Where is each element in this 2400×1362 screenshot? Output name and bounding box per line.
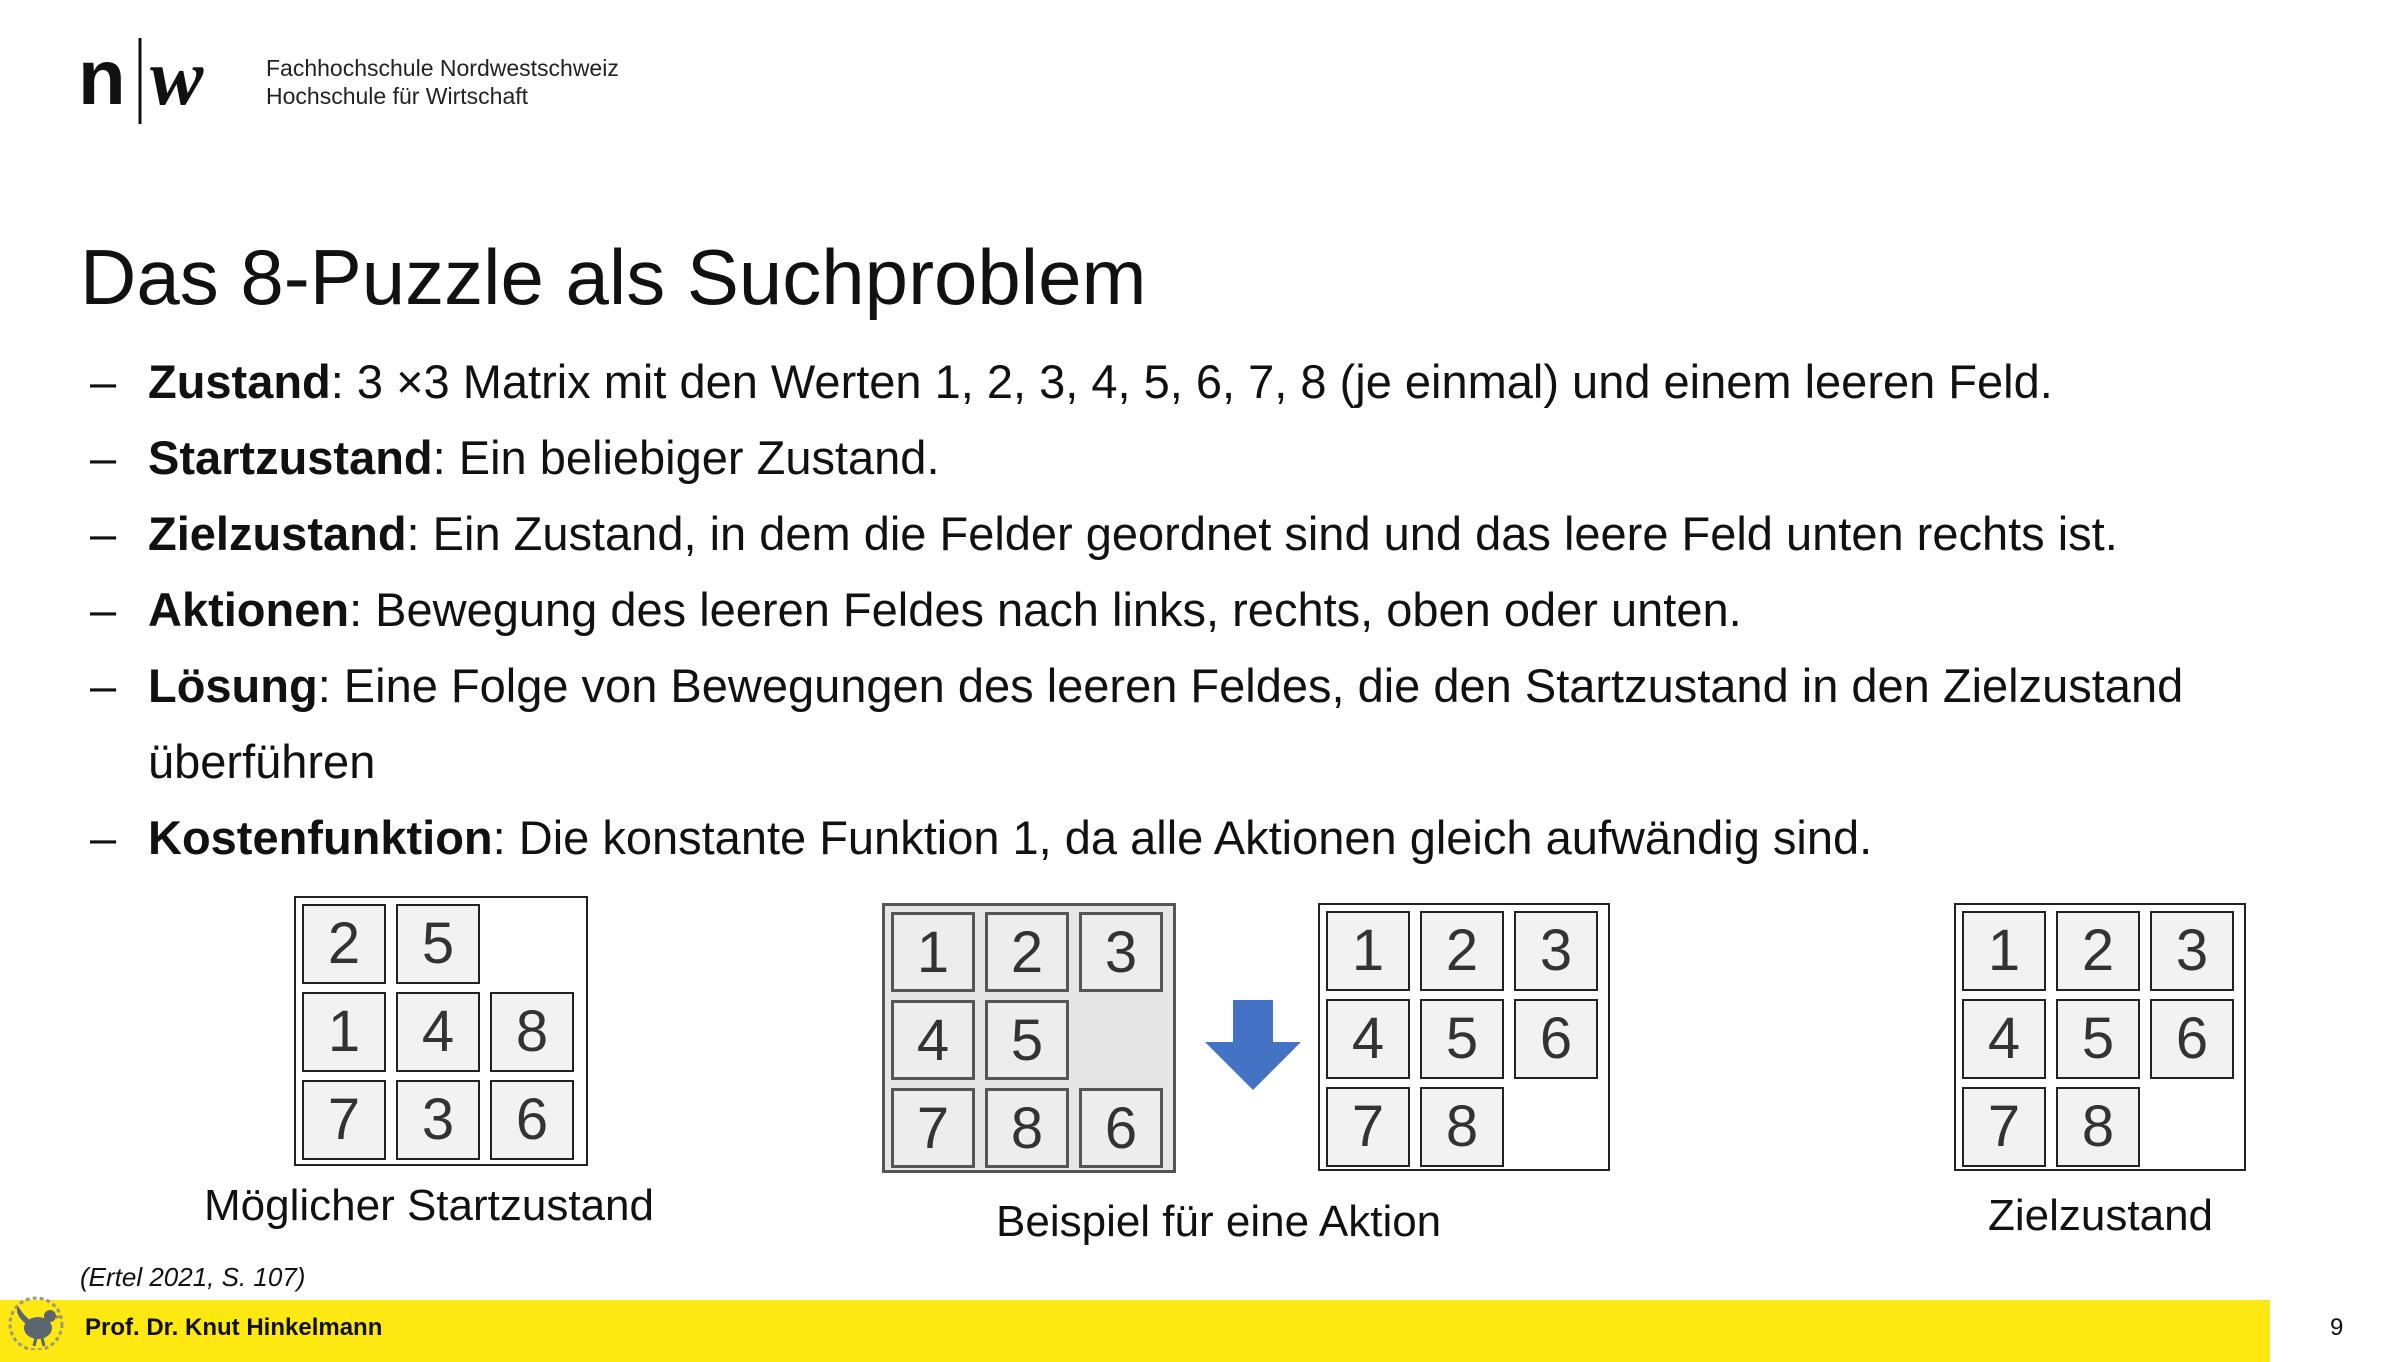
puzzle-tile: 2 xyxy=(302,904,386,984)
puzzle-tile: 5 xyxy=(1420,999,1504,1079)
bullet-term: Aktionen xyxy=(148,583,350,636)
puzzle-tile: 6 xyxy=(2150,999,2234,1079)
org-line-2: Hochschule für Wirtschaft xyxy=(266,83,529,109)
puzzle-tile: 8 xyxy=(490,992,574,1072)
bullet-item: – Startzustand: Ein beliebiger Zustand. xyxy=(90,420,2330,496)
logo-n: n xyxy=(78,33,126,121)
puzzle-tile: 3 xyxy=(1079,912,1163,992)
citation: (Ertel 2021, S. 107) xyxy=(80,1262,306,1292)
puzzle-action-after: 123 456 78 xyxy=(1318,903,1610,1171)
bullet-dash: – xyxy=(90,811,117,864)
presenter-name: Prof. Dr. Knut Hinkelmann xyxy=(85,1314,383,1341)
puzzle-tile: 4 xyxy=(891,1000,975,1080)
puzzle-tile: 3 xyxy=(1514,911,1598,991)
org-line-1: Fachhochschule Nordwestschweiz xyxy=(266,55,619,81)
bullet-list: – Zustand: 3 ×3 Matrix mit den Werten 1, … xyxy=(90,344,2330,876)
puzzle-tile: 7 xyxy=(1326,1087,1410,1167)
rooster-icon xyxy=(8,1296,64,1350)
puzzle-tile: 7 xyxy=(302,1080,386,1160)
bullet-item: – Zustand: 3 ×3 Matrix mit den Werten 1, … xyxy=(90,344,2330,420)
bullet-text: : Bewegung des leeren Feldes nach links,… xyxy=(349,583,1742,636)
puzzle-tile: 2 xyxy=(1420,911,1504,991)
bullet-text: : Eine Folge von Bewegungen des leeren F… xyxy=(148,659,2184,788)
puzzle-tile: 3 xyxy=(2150,911,2234,991)
bullet-term: Kostenfunktion xyxy=(148,811,493,864)
puzzle-tile: 1 xyxy=(891,912,975,992)
puzzle-tile: 3 xyxy=(396,1080,480,1160)
caption-goal-state: Zielzustand xyxy=(1988,1191,2214,1240)
bullet-dash: – xyxy=(90,355,117,408)
puzzle-tile: 7 xyxy=(891,1088,975,1168)
bullet-text: : 3 ×3 Matrix mit den Werten 1, 2, 3, 4,… xyxy=(330,355,2053,408)
puzzle-tile: 6 xyxy=(1079,1088,1163,1168)
puzzle-tile: 4 xyxy=(1962,999,2046,1079)
puzzle-tile: 5 xyxy=(396,904,480,984)
bullet-dash: – xyxy=(90,431,117,484)
bullet-item: – Zielzustand: Ein Zustand, in dem die Fe… xyxy=(90,496,2330,572)
puzzle-tile: 1 xyxy=(1326,911,1410,991)
fhnw-logo: n w xyxy=(78,33,204,124)
puzzle-tile: 5 xyxy=(2056,999,2140,1079)
bullet-term: Startzustand xyxy=(148,431,433,484)
puzzle-tile: 8 xyxy=(985,1088,1069,1168)
bullet-dash: – xyxy=(90,583,117,636)
bullet-term: Zielzustand xyxy=(148,507,407,560)
puzzle-tile: 4 xyxy=(1326,999,1410,1079)
puzzle-start-state: 25148 736 xyxy=(294,896,588,1166)
puzzle-tile: 1 xyxy=(302,992,386,1072)
caption-action: Beispiel für eine Aktion xyxy=(996,1197,1442,1246)
puzzle-goal-state: 123 456 78 xyxy=(1954,903,2246,1171)
logo-w: w xyxy=(150,34,204,122)
organization-name: Fachhochschule Nordwestschweiz Hochschul… xyxy=(266,54,619,110)
puzzle-tile: 2 xyxy=(985,912,1069,992)
puzzle-action-before: 123 45786 xyxy=(882,903,1176,1173)
puzzle-tile: 5 xyxy=(985,1000,1069,1080)
puzzle-tile: 6 xyxy=(490,1080,574,1160)
arrow-down-icon xyxy=(1205,1000,1301,1090)
bullet-term: Zustand xyxy=(148,355,331,408)
bullet-dash: – xyxy=(90,507,117,560)
bullet-item: – Aktionen: Bewegung des leeren Feldes na… xyxy=(90,572,2330,648)
puzzle-tile: 7 xyxy=(1962,1087,2046,1167)
bullet-term: Lösung xyxy=(148,659,318,712)
puzzle-tile: 6 xyxy=(1514,999,1598,1079)
bullet-text: : Ein Zustand, in dem die Felder geordne… xyxy=(406,507,2118,560)
puzzle-tile: 2 xyxy=(2056,911,2140,991)
bullet-dash: – xyxy=(90,659,117,712)
bullet-item: – Lösung: Eine Folge von Bewegungen des l… xyxy=(90,648,2330,800)
puzzle-tile: 8 xyxy=(2056,1087,2140,1167)
puzzle-tile: 8 xyxy=(1420,1087,1504,1167)
caption-start-state: Möglicher Startzustand xyxy=(204,1181,654,1230)
puzzle-tile: 4 xyxy=(396,992,480,1072)
page-number: 9 xyxy=(2330,1314,2344,1341)
puzzle-tile: 1 xyxy=(1962,911,2046,991)
bullet-item: – Kostenfunktion: Die konstante Funktion … xyxy=(90,800,2330,876)
slide-title: Das 8-Puzzle als Suchproblem xyxy=(80,233,1147,321)
bullet-text: : Die konstante Funktion 1, da alle Akti… xyxy=(492,811,1873,864)
bullet-text: : Ein beliebiger Zustand. xyxy=(432,431,940,484)
